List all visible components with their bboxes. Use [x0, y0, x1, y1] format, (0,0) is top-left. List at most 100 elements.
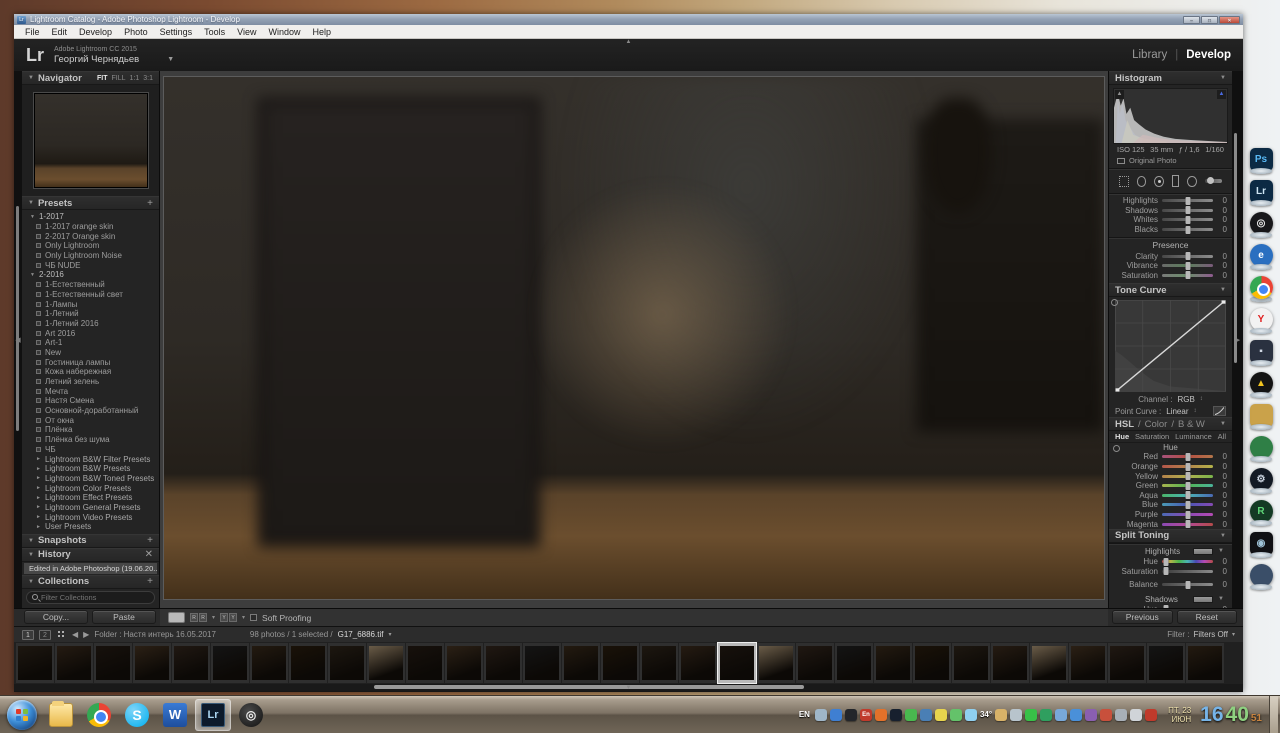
- slider-track[interactable]: [1162, 570, 1213, 573]
- filmstrip-thumb[interactable]: [94, 643, 132, 683]
- collections-add-icon[interactable]: +: [147, 576, 153, 587]
- before-after-view-icons[interactable]: RR: [190, 613, 207, 622]
- dock-browser[interactable]: e: [1250, 244, 1273, 270]
- slider-thumb[interactable]: [1185, 501, 1190, 509]
- slider-thumb[interactable]: [1185, 226, 1190, 234]
- filmstrip-thumb[interactable]: [250, 643, 288, 683]
- highlights-color-swatch[interactable]: [1193, 548, 1213, 555]
- chevron-down-icon[interactable]: ▾: [388, 631, 391, 638]
- filmstrip-thumb[interactable]: [562, 643, 600, 683]
- back-arrow-icon[interactable]: ◀: [72, 630, 78, 639]
- preset-item[interactable]: Летний зелень: [22, 377, 159, 387]
- preset-folder[interactable]: ►Lightroom Color Presets: [22, 483, 159, 493]
- taskbar-explorer-button[interactable]: [43, 699, 79, 731]
- slider-track[interactable]: [1162, 503, 1213, 506]
- filmstrip-thumb[interactable]: [796, 643, 834, 683]
- tray-icon-12[interactable]: 34°: [980, 709, 992, 721]
- preset-item[interactable]: ЧБ: [22, 445, 159, 455]
- slider-track[interactable]: [1162, 255, 1213, 258]
- slider-track[interactable]: [1162, 523, 1213, 526]
- point-curve-value[interactable]: Linear: [1166, 407, 1188, 416]
- filmstrip-thumb[interactable]: [1147, 643, 1185, 683]
- filmstrip-thumb[interactable]: [913, 643, 951, 683]
- preset-folder[interactable]: ►Lightroom Video Presets: [22, 512, 159, 522]
- slider-track[interactable]: [1162, 274, 1213, 277]
- histogram-graph[interactable]: ▲ ▲: [1113, 88, 1228, 144]
- filmstrip-thumb[interactable]: [367, 643, 405, 683]
- slider-thumb[interactable]: [1185, 482, 1190, 490]
- paste-button[interactable]: Paste: [92, 610, 156, 624]
- presets-add-icon[interactable]: +: [147, 198, 153, 209]
- preset-folder[interactable]: ►Lightroom Effect Presets: [22, 493, 159, 503]
- top-panel-collapse-icon[interactable]: ▲: [626, 39, 632, 45]
- slider-thumb[interactable]: [1185, 581, 1190, 589]
- preset-item[interactable]: Основной-доработанный: [22, 406, 159, 416]
- dock-r-app[interactable]: R: [1250, 500, 1273, 526]
- slider-thumb[interactable]: [1185, 262, 1190, 270]
- tray-icon-15[interactable]: [1025, 709, 1037, 721]
- filmstrip-thumb[interactable]: [328, 643, 366, 683]
- menu-file[interactable]: File: [19, 27, 46, 37]
- preset-item[interactable]: Only Lightroom Noise: [22, 251, 159, 261]
- taskbar-date[interactable]: ПТ, 23 ИЮН: [1168, 706, 1191, 724]
- filmstrip-thumb[interactable]: [133, 643, 171, 683]
- slider-thumb[interactable]: [1185, 271, 1190, 279]
- preset-item[interactable]: Мечта: [22, 386, 159, 396]
- filmstrip-thumb[interactable]: [16, 643, 54, 683]
- bottom-panel-collapse-icon[interactable]: ▼: [626, 685, 632, 691]
- dock-chrome[interactable]: [1250, 276, 1273, 302]
- highlight-clipping-icon[interactable]: ▲: [1217, 90, 1226, 99]
- tray-icon-16[interactable]: [1040, 709, 1052, 721]
- channel-value[interactable]: RGB: [1177, 395, 1194, 404]
- tray-icon-18[interactable]: [1070, 709, 1082, 721]
- language-indicator[interactable]: EN: [799, 710, 810, 719]
- preset-item[interactable]: 1-Летний: [22, 309, 159, 319]
- filmstrip-thumb[interactable]: [640, 643, 678, 683]
- filmstrip-thumb[interactable]: [1108, 643, 1146, 683]
- tray-icon-5[interactable]: [875, 709, 887, 721]
- filmstrip-thumb[interactable]: [757, 643, 795, 683]
- slider-track[interactable]: [1162, 199, 1213, 202]
- slider-thumb[interactable]: [1185, 453, 1190, 461]
- filmstrip-thumb[interactable]: [991, 643, 1029, 683]
- preset-item[interactable]: Кожа набережная: [22, 367, 159, 377]
- crop-tool-icon[interactable]: [1119, 176, 1129, 187]
- preset-folder[interactable]: ►Lightroom B&W Toned Presets: [22, 474, 159, 484]
- navigator-header[interactable]: ▼ Navigator FITFILL1:13:1: [22, 71, 159, 85]
- collections-filter-input[interactable]: [41, 593, 131, 602]
- filmstrip-thumb[interactable]: [874, 643, 912, 683]
- dock-lightroom[interactable]: Lr: [1250, 180, 1273, 206]
- preset-item[interactable]: ЧБ NUDE: [22, 260, 159, 270]
- preset-folder[interactable]: ►User Presets: [22, 522, 159, 532]
- hsl-header[interactable]: HSL / Color / B & W ▼: [1109, 417, 1232, 431]
- slider-thumb[interactable]: [1185, 252, 1190, 260]
- filmstrip-thumb[interactable]: [1186, 643, 1224, 683]
- start-button[interactable]: [7, 700, 37, 730]
- tray-icon-19[interactable]: [1085, 709, 1097, 721]
- show-desktop-button[interactable]: [1269, 696, 1278, 733]
- tray-icon-7[interactable]: [905, 709, 917, 721]
- slider-thumb[interactable]: [1185, 463, 1190, 471]
- dock-obs[interactable]: ◎: [1250, 212, 1273, 238]
- slider-track[interactable]: [1162, 484, 1213, 487]
- dock-camera[interactable]: ◉: [1250, 532, 1273, 558]
- menu-help[interactable]: Help: [307, 27, 338, 37]
- tray-icon-8[interactable]: [920, 709, 932, 721]
- tray-icon-11[interactable]: [965, 709, 977, 721]
- preset-item[interactable]: 1-Естественный свет: [22, 290, 159, 300]
- dock-torch[interactable]: [1250, 404, 1273, 430]
- preset-item[interactable]: New: [22, 348, 159, 358]
- identity-caret-icon[interactable]: ▼: [167, 55, 174, 65]
- radial-filter-icon[interactable]: [1187, 176, 1197, 187]
- photo[interactable]: [163, 76, 1105, 600]
- tray-icon-6[interactable]: [890, 709, 902, 721]
- left-panel-scrollbar[interactable]: [16, 206, 19, 431]
- navigator-zoom-1-1[interactable]: 1:1: [130, 75, 140, 82]
- navigator-zoom-3-1[interactable]: 3:1: [143, 75, 153, 82]
- preset-group[interactable]: ▼1-2017: [22, 212, 159, 222]
- preset-item[interactable]: Плёнка без шума: [22, 435, 159, 445]
- dock-alert[interactable]: ▲: [1250, 372, 1273, 398]
- menu-edit[interactable]: Edit: [46, 27, 74, 37]
- navigator-zoom-fill[interactable]: FILL: [112, 75, 126, 82]
- slider-track[interactable]: [1162, 560, 1213, 563]
